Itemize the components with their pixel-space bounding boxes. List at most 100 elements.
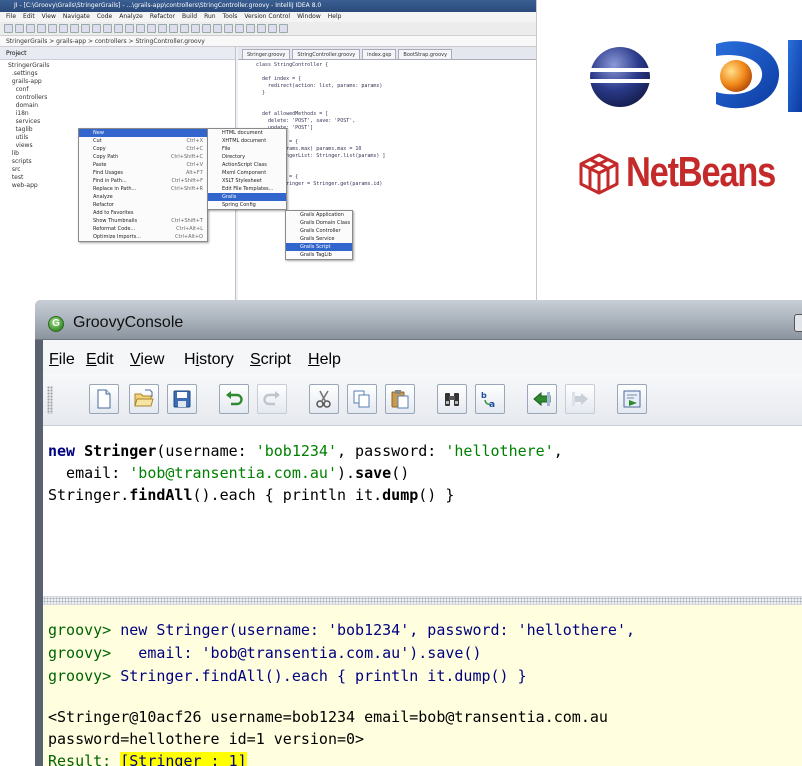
context-menu-item[interactable]: Mxml Component (208, 169, 286, 177)
context-menu-item[interactable]: XHTML document (208, 137, 286, 145)
ide-toolbar-button[interactable] (202, 24, 211, 33)
copy-button[interactable] (347, 384, 377, 414)
ide-toolbar-button[interactable] (158, 24, 167, 33)
context-menu-item[interactable]: Show Thumbnails Ctrl+Shift+T (79, 217, 207, 225)
ide-menu-item[interactable]: Version Control (244, 13, 290, 20)
ide-toolbar-button[interactable] (81, 24, 90, 33)
editor-tab[interactable]: StringController.groovy (292, 49, 361, 59)
ide-menu-item[interactable]: Navigate (63, 13, 90, 20)
history-previous-button[interactable] (527, 384, 557, 414)
editor-tab[interactable]: index.gsp (362, 49, 397, 59)
ide-toolbar-button[interactable] (92, 24, 101, 33)
replace-button[interactable]: ba (475, 384, 505, 414)
ide-toolbar-button[interactable] (191, 24, 200, 33)
project-tree-node[interactable]: grails-app (8, 78, 235, 86)
project-tree-node[interactable]: i18n (8, 110, 235, 118)
context-menu-item[interactable]: Spring Config (208, 201, 286, 209)
ide-menu-item[interactable]: Code (97, 13, 112, 20)
context-menu-item[interactable]: Analyze (79, 193, 207, 201)
context-menu-item[interactable]: Grails Domain Class (286, 219, 352, 227)
ide-toolbar-button[interactable] (235, 24, 244, 33)
script-editor[interactable]: new Stringer(username: 'bob1234', passwo… (43, 426, 802, 596)
project-tree-node[interactable]: StringerGrails (8, 62, 235, 70)
ide-menu-item[interactable]: Refactor (150, 13, 175, 20)
context-menu-item[interactable]: Grails TagLib (286, 251, 352, 259)
context-menu-item[interactable]: Copy Path Ctrl+Shift+C (79, 153, 207, 161)
menu-edit[interactable]: Edit (86, 351, 114, 369)
editor-output-splitter[interactable] (43, 596, 802, 605)
project-tree-node[interactable]: services (8, 118, 235, 126)
ide-toolbar-button[interactable] (246, 24, 255, 33)
ide-toolbar-button[interactable] (4, 24, 13, 33)
project-tree-node[interactable]: conf (8, 86, 235, 94)
ide-toolbar-button[interactable] (37, 24, 46, 33)
ide-toolbar-button[interactable] (125, 24, 134, 33)
project-tree-node[interactable]: .settings (8, 70, 235, 78)
run-script-button[interactable] (617, 384, 647, 414)
open-file-button[interactable] (129, 384, 159, 414)
context-menu-item[interactable]: Directory (208, 153, 286, 161)
history-next-button[interactable] (565, 384, 595, 414)
menu-history[interactable]: History (184, 351, 234, 369)
ide-toolbar-button[interactable] (70, 24, 79, 33)
ide-toolbar-button[interactable] (180, 24, 189, 33)
menu-view[interactable]: View (130, 351, 164, 369)
find-button[interactable] (437, 384, 467, 414)
context-menu-item[interactable]: Add to Favorites (79, 209, 207, 217)
context-menu-item[interactable]: New (79, 129, 207, 137)
context-menu-item[interactable]: Reformat Code... Ctrl+Alt+L (79, 225, 207, 233)
redo-button[interactable] (257, 384, 287, 414)
editor-tab[interactable]: Stringer.groovy (242, 49, 291, 59)
new-file-button[interactable] (89, 384, 119, 414)
ide-toolbar-button[interactable] (257, 24, 266, 33)
context-menu-item[interactable]: XSLT Stylesheet (208, 177, 286, 185)
editor-tab[interactable]: BootStrap.groovy (398, 49, 453, 59)
context-menu-item[interactable]: Grails Script (286, 243, 352, 251)
context-menu-item[interactable]: Grails Application (286, 211, 352, 219)
ide-toolbar-button[interactable] (136, 24, 145, 33)
menu-script[interactable]: Script (250, 351, 291, 369)
context-menu-item[interactable]: Grails Controller (286, 227, 352, 235)
project-tree-node[interactable]: controllers (8, 94, 235, 102)
context-menu-item[interactable]: File (208, 145, 286, 153)
ide-toolbar-button[interactable] (48, 24, 57, 33)
ide-toolbar-button[interactable] (103, 24, 112, 33)
ide-menu-item[interactable]: Tools (223, 13, 238, 20)
context-menu-item[interactable]: ActionScript Class (208, 161, 286, 169)
ide-toolbar-button[interactable] (15, 24, 24, 33)
ide-menu-item[interactable]: Build (182, 13, 197, 20)
menu-file[interactable]: File (49, 351, 75, 369)
context-menu-item[interactable]: Grails (208, 193, 286, 201)
ide-toolbar-button[interactable] (279, 24, 288, 33)
window-control-button[interactable] (794, 314, 802, 332)
ide-toolbar-button[interactable] (59, 24, 68, 33)
window-title-bar[interactable]: G GroovyConsole (35, 300, 802, 340)
ide-menu-item[interactable]: Edit (23, 13, 35, 20)
cut-button[interactable] (309, 384, 339, 414)
context-menu-item[interactable]: Find Usages Alt+F7 (79, 169, 207, 177)
ide-menu-item[interactable]: Analyze (119, 13, 143, 20)
ide-toolbar-button[interactable] (224, 24, 233, 33)
context-menu-item[interactable]: Optimize Imports... Ctrl+Alt+O (79, 233, 207, 241)
ide-toolbar-button[interactable] (114, 24, 123, 33)
toolbar-grip[interactable] (47, 386, 53, 414)
ide-toolbar-button[interactable] (213, 24, 222, 33)
ide-toolbar-button[interactable] (147, 24, 156, 33)
ide-menu-item[interactable]: File (6, 13, 16, 20)
ide-toolbar-button[interactable] (268, 24, 277, 33)
menu-help[interactable]: Help (308, 351, 341, 369)
paste-button[interactable] (385, 384, 415, 414)
project-tree-node[interactable]: domain (8, 102, 235, 110)
context-menu-item[interactable]: Paste Ctrl+V (79, 161, 207, 169)
ide-menu-item[interactable]: Run (204, 13, 216, 20)
context-menu-item[interactable]: Grails Service (286, 235, 352, 243)
ide-toolbar-button[interactable] (26, 24, 35, 33)
context-menu-item[interactable]: Copy Ctrl+C (79, 145, 207, 153)
context-menu-item[interactable]: Find in Path... Ctrl+Shift+F (79, 177, 207, 185)
context-menu-item[interactable]: Refactor (79, 201, 207, 209)
context-menu-item[interactable]: Edit File Templates... (208, 185, 286, 193)
context-menu-item[interactable]: Replace in Path... Ctrl+Shift+R (79, 185, 207, 193)
ide-menu-item[interactable]: Window (297, 13, 321, 20)
ide-menu-item[interactable]: Help (328, 13, 342, 20)
undo-button[interactable] (219, 384, 249, 414)
